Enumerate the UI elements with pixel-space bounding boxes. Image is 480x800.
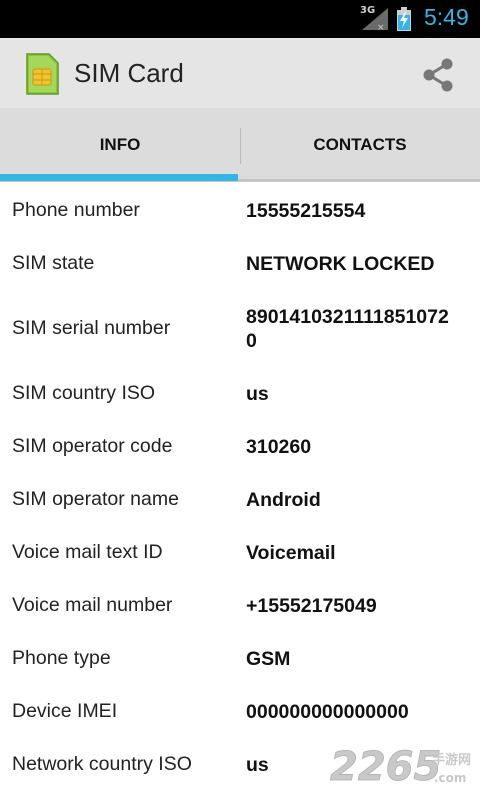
tab-contacts[interactable]: CONTACTS <box>240 108 480 182</box>
row-label: Phone type <box>12 647 111 669</box>
row-value: NETWORK LOCKED <box>246 253 435 275</box>
signal-icon: × <box>362 8 388 32</box>
watermark-logo: 2265 手游网 .com <box>330 744 471 791</box>
watermark-number: 2265 <box>330 744 441 790</box>
status-bar: 3G × 5:49 <box>0 0 480 38</box>
row-label: Network country ISO <box>12 753 192 775</box>
watermark-suffix: .com <box>434 771 466 785</box>
share-icon[interactable] <box>418 55 458 95</box>
row-value: GSM <box>246 648 291 670</box>
battery-charging-icon <box>397 7 411 31</box>
row-label: SIM serial number <box>12 317 171 339</box>
row-label: SIM country ISO <box>12 382 156 404</box>
row-value: us <box>246 383 269 405</box>
row-value: 000000000000000 <box>246 701 409 723</box>
row-value: 310260 <box>246 436 312 458</box>
row-label: SIM operator code <box>12 435 173 457</box>
row-label: Voice mail text ID <box>12 541 163 563</box>
row-label: Voice mail number <box>12 594 173 616</box>
tab-info[interactable]: INFO <box>0 108 240 182</box>
action-bar: SIM Card <box>0 38 480 108</box>
row-label: SIM operator name <box>12 488 179 510</box>
watermark-cn: 手游网 <box>432 752 471 768</box>
tab-bar: INFO CONTACTS <box>0 108 480 182</box>
tab-bottom-line <box>238 179 480 181</box>
row-label: Device IMEI <box>12 700 118 722</box>
svg-text:×: × <box>377 23 385 32</box>
row-value: Android <box>246 489 321 511</box>
row-label: Phone number <box>12 199 140 221</box>
selected-tab-indicator <box>0 174 238 181</box>
row-value: 15555215554 <box>246 200 366 222</box>
row-value: 89014103211118510720 <box>246 306 449 352</box>
app-title: SIM Card <box>74 58 184 88</box>
row-value: +15552175049 <box>246 595 377 617</box>
row-label: SIM state <box>12 252 95 274</box>
clock: 5:49 <box>424 4 469 30</box>
row-value: Voicemail <box>246 542 336 564</box>
sim-card-icon <box>26 53 59 95</box>
